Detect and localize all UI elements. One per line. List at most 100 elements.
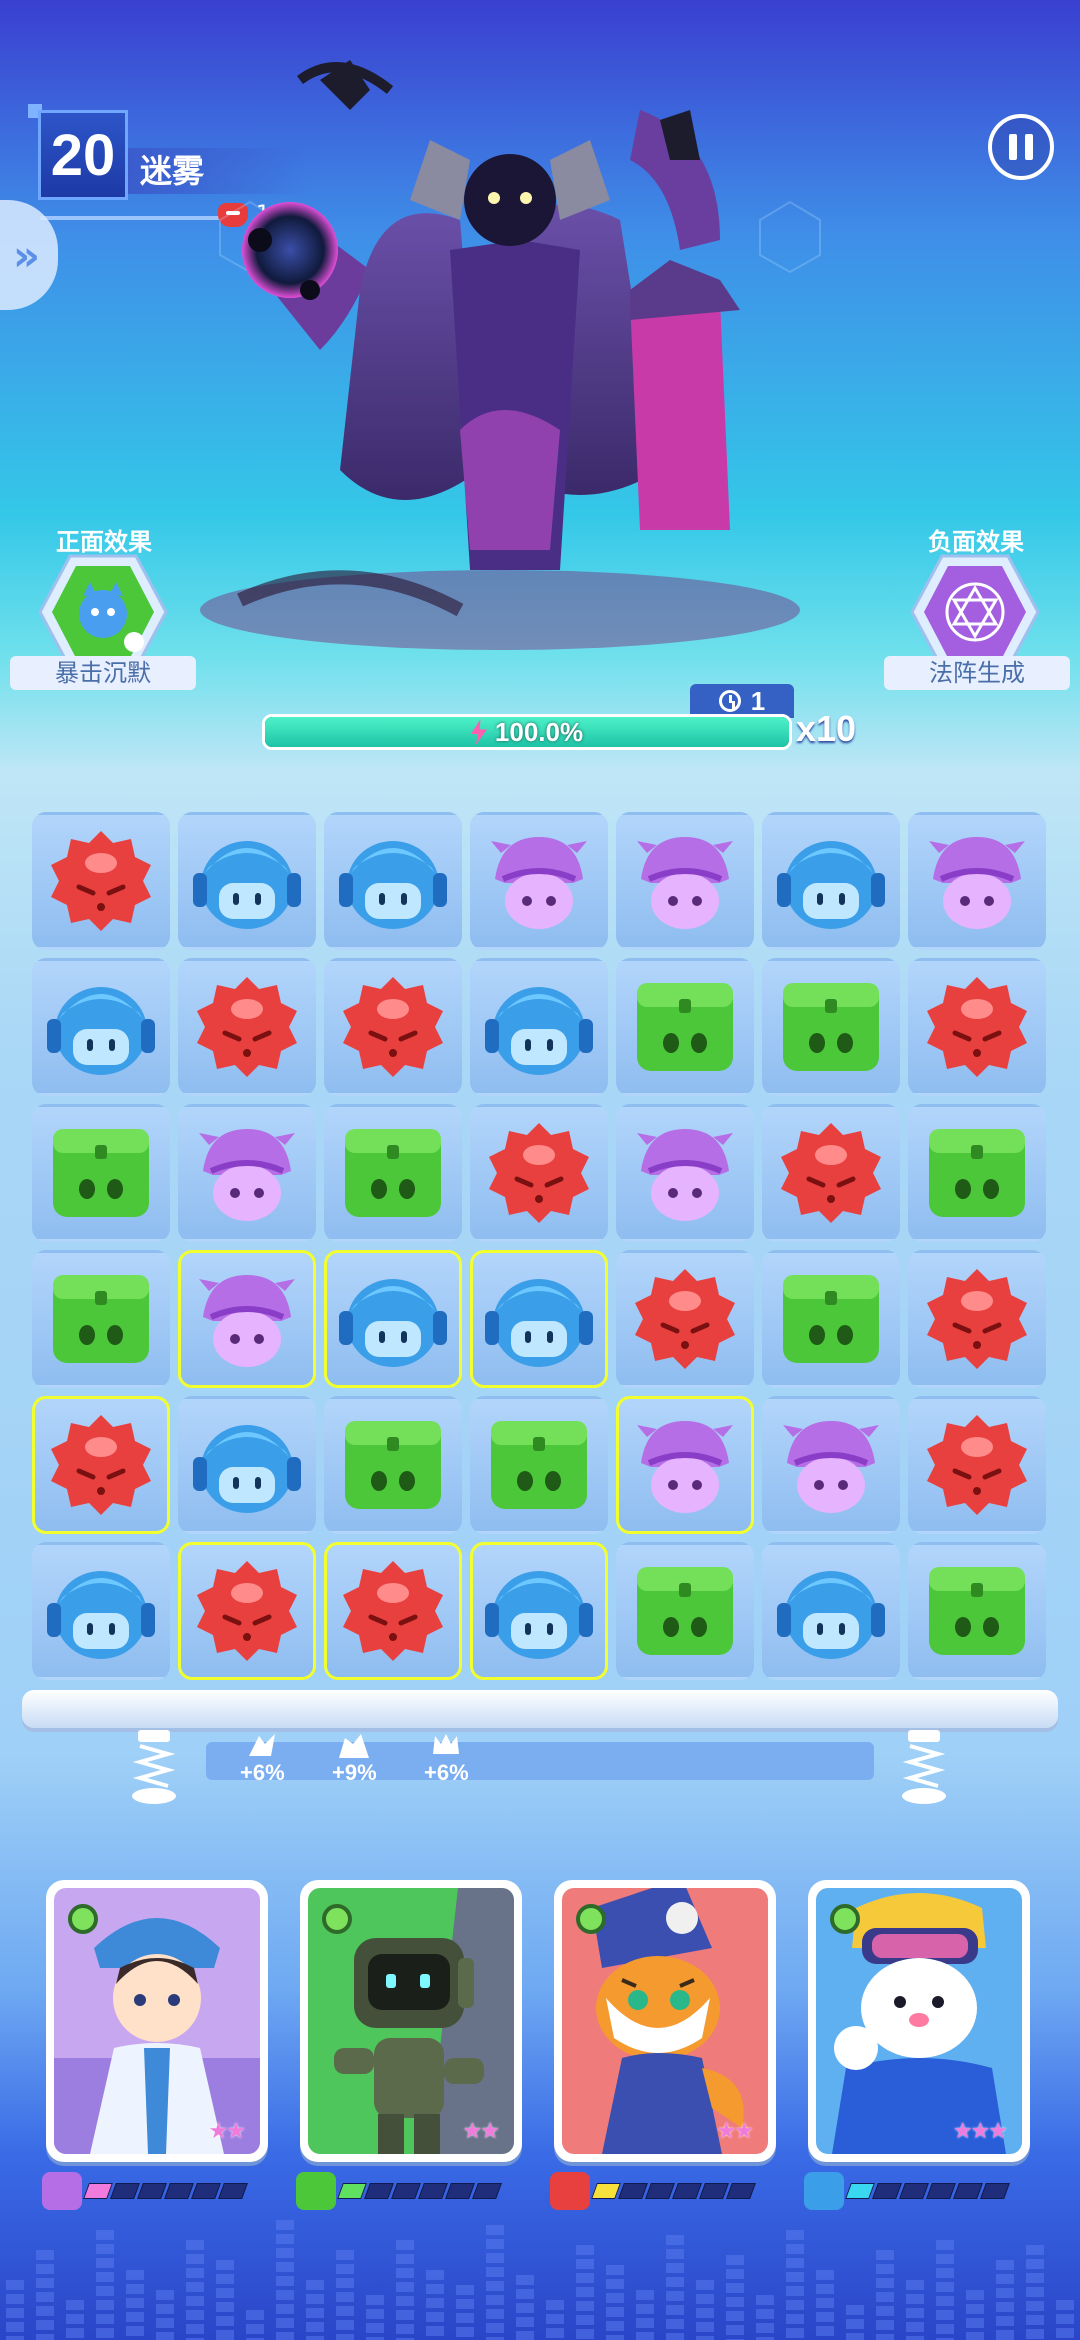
board-cell[interactable] <box>616 1250 754 1388</box>
board-cell[interactable] <box>470 812 608 950</box>
board-cell[interactable] <box>908 812 1046 950</box>
board-cell[interactable] <box>178 1542 316 1680</box>
energy-segment <box>845 2183 875 2199</box>
equalizer-bar <box>696 2280 714 2340</box>
green-tile-icon <box>53 1129 149 1217</box>
hero-energy-segments <box>591 2183 756 2199</box>
equalizer-bar <box>216 2260 234 2340</box>
board-cell[interactable] <box>32 958 170 1096</box>
board-cell[interactable] <box>762 1542 900 1680</box>
board-cell[interactable] <box>908 958 1046 1096</box>
blue-tile-icon <box>193 1425 301 1513</box>
board-cell[interactable] <box>470 958 608 1096</box>
equalizer-bar <box>936 2240 954 2340</box>
energy-segment <box>218 2183 248 2199</box>
board-cell[interactable] <box>32 1396 170 1534</box>
equalizer-bar <box>786 2230 804 2340</box>
board-cell[interactable] <box>470 1542 608 1680</box>
board-cell[interactable] <box>470 1396 608 1534</box>
board-cell[interactable] <box>178 958 316 1096</box>
negative-effect-label: 法阵生成 <box>884 656 1070 690</box>
hero-card-tiger[interactable]: ★★ <box>554 1880 776 2162</box>
equalizer-bar <box>606 2265 624 2340</box>
purple-tile-icon <box>783 1421 879 1513</box>
turn-count: 1 <box>750 685 766 716</box>
red-tile-icon <box>489 1123 589 1223</box>
red-tile-icon <box>51 1415 151 1515</box>
board-cell[interactable] <box>178 1104 316 1242</box>
green-cat-hex-icon[interactable] <box>38 552 168 672</box>
board-cell[interactable] <box>470 1104 608 1242</box>
equalizer-bar <box>156 2290 174 2340</box>
purple-tile-icon <box>199 1275 295 1367</box>
board-cell[interactable] <box>324 1542 462 1680</box>
hero-card-robot[interactable]: ★★ <box>300 1880 522 2162</box>
board-cell[interactable] <box>616 1104 754 1242</box>
board-cell[interactable] <box>32 1250 170 1388</box>
board-cell[interactable] <box>762 1250 900 1388</box>
red-tile-icon <box>927 1269 1027 1369</box>
equalizer-bar <box>756 2295 774 2340</box>
board-cell[interactable] <box>908 1542 1046 1680</box>
purple-magic-circle-hex-icon[interactable] <box>910 552 1040 672</box>
equalizer-bar <box>36 2250 54 2340</box>
board-cell[interactable] <box>324 958 462 1096</box>
blue-tile-icon <box>339 1279 447 1367</box>
board-cell[interactable] <box>32 812 170 950</box>
purple-tile-icon <box>491 837 587 929</box>
board-cell[interactable] <box>324 812 462 950</box>
board-cell[interactable] <box>616 812 754 950</box>
bonus-crown: +6% <box>424 1730 469 1786</box>
equalizer-bar <box>96 2230 114 2340</box>
blue-tile-icon <box>339 841 447 929</box>
equalizer-bar <box>726 2255 744 2340</box>
equalizer-bar <box>186 2240 204 2340</box>
board-cell[interactable] <box>908 1250 1046 1388</box>
equalizer-bar <box>966 2290 984 2340</box>
bonus-strip <box>206 1742 874 1780</box>
equalizer-bar <box>996 2260 1014 2340</box>
hero-portrait: ★★★ <box>816 1888 1022 2154</box>
board-cell[interactable] <box>762 1396 900 1534</box>
swirl-icon <box>322 1904 352 1934</box>
board-cell[interactable] <box>908 1104 1046 1242</box>
board-cell[interactable] <box>908 1396 1046 1534</box>
equalizer-bar <box>456 2285 474 2340</box>
red-tile-icon <box>343 1561 443 1661</box>
board-cell[interactable] <box>32 1104 170 1242</box>
board-cell[interactable] <box>178 1396 316 1534</box>
energy-segment <box>899 2183 929 2199</box>
energy-segment <box>953 2183 983 2199</box>
hero-energy-bar-sage <box>42 2172 248 2210</box>
board-cell[interactable] <box>324 1250 462 1388</box>
hero-energy-segments <box>337 2183 502 2199</box>
equalizer-bar <box>66 2300 84 2340</box>
board-cell[interactable] <box>324 1396 462 1534</box>
board-cell[interactable] <box>324 1104 462 1242</box>
board-cell[interactable] <box>762 1104 900 1242</box>
board-cell[interactable] <box>178 812 316 950</box>
board-cell[interactable] <box>32 1542 170 1680</box>
board-cell[interactable] <box>470 1250 608 1388</box>
hero-card-bear-pilot[interactable]: ★★★ <box>808 1880 1030 2162</box>
hero-card-sage[interactable]: ★★ <box>46 1880 268 2162</box>
hero-energy-bar-bear-pilot <box>804 2172 1010 2210</box>
green-tile-icon <box>929 1567 1025 1655</box>
hero-portrait: ★★ <box>54 1888 260 2154</box>
pause-icon <box>1009 134 1017 160</box>
purple-tile-icon <box>199 1129 295 1221</box>
energy-segment <box>591 2183 621 2199</box>
board-cell[interactable] <box>762 958 900 1096</box>
equalizer-bar <box>516 2275 534 2340</box>
board-cell[interactable] <box>762 812 900 950</box>
red-tile-icon <box>635 1269 735 1369</box>
level-number: 20 <box>38 110 128 200</box>
board-cell[interactable] <box>616 958 754 1096</box>
energy-segment <box>618 2183 648 2199</box>
green-tile-icon <box>637 1567 733 1655</box>
board-cell[interactable] <box>178 1250 316 1388</box>
green-tile-icon <box>345 1421 441 1509</box>
board-cell[interactable] <box>616 1396 754 1534</box>
pause-button[interactable] <box>988 114 1054 180</box>
board-cell[interactable] <box>616 1542 754 1680</box>
